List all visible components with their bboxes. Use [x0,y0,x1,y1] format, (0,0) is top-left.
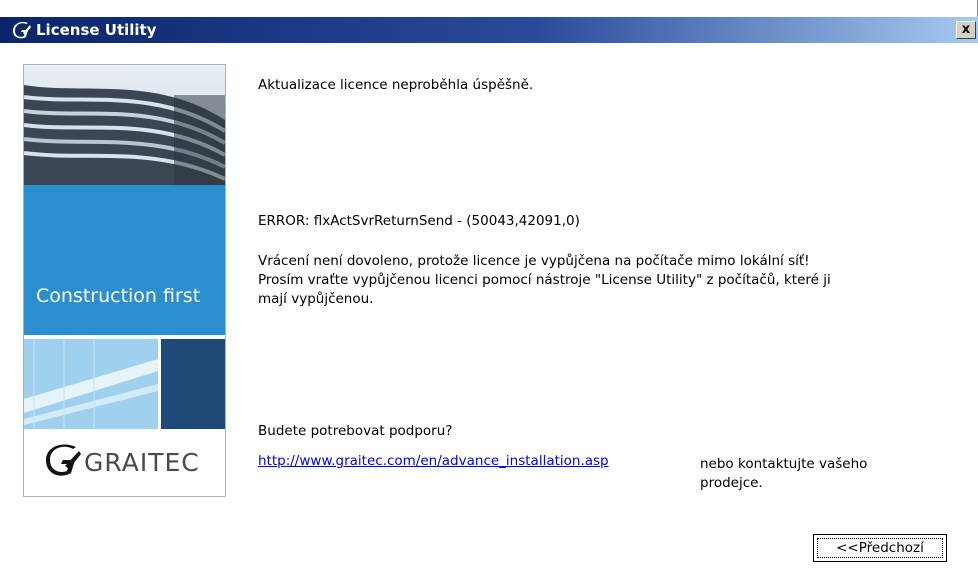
back-button-label: <<Předchozí [817,538,943,558]
support-link[interactable]: http://www.graitec.com/en/advance_instal… [258,453,609,469]
title-bar[interactable]: License Utility x [0,17,978,43]
error-message: ERROR: flxActSvrReturnSend - (50043,4209… [258,213,580,229]
window-title: License Utility [36,21,157,39]
graitec-g-icon [46,444,81,476]
banner-logo-area: GRAITEC [24,429,225,496]
back-button[interactable]: <<Předchozí [813,534,947,562]
side-banner: Construction first GRAITEC [23,64,226,497]
bridge-photo [24,339,225,429]
building-photo [24,65,225,185]
error-detail: Vrácení není dovoleno, protože licence j… [258,252,938,309]
support-question: Budete potrebovat podporu? [258,423,453,439]
graitec-logo-icon [13,21,31,39]
graitec-logo-text: GRAITEC [84,448,200,477]
status-message: Aktualizace licence neproběhla úspěšně. [258,77,534,93]
license-utility-window: License Utility x Construction first GRA… [0,0,978,569]
contact-line: nebo kontaktujte vašeho [700,456,868,472]
close-icon: x [961,22,971,37]
contact-line: prodejce. [700,475,763,491]
contact-dealer-text: nebo kontaktujte vašeho prodejce. [700,455,910,493]
banner-tagline-panel: Construction first [24,185,225,335]
error-detail-line: mají vypůjčenou. [258,291,374,307]
error-detail-line: Prosím vraťte vypůjčenou licenci pomocí … [258,272,831,288]
error-detail-line: Vrácení není dovoleno, protože licence j… [258,253,810,269]
close-button[interactable]: x [956,21,976,39]
banner-tagline: Construction first [36,285,201,307]
